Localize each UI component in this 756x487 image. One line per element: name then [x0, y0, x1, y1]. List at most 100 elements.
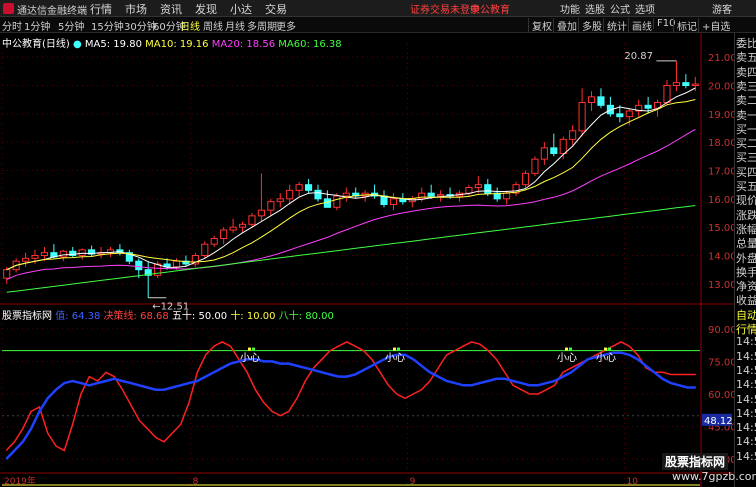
x-axis-label: 10 — [627, 477, 639, 487]
tab-multi-period[interactable]: 多周期 — [247, 18, 277, 33]
candle-body — [210, 238, 218, 245]
signal-marker — [565, 347, 568, 351]
signal-label: 小心 — [557, 352, 577, 364]
candle-body — [257, 209, 265, 217]
collapse-icon[interactable]: ● — [73, 39, 82, 50]
side-panel-item[interactable]: 14:5 — [736, 407, 756, 420]
price-tick-label: 18.00 — [708, 138, 734, 149]
candle-body — [229, 226, 237, 231]
candle-body — [286, 189, 294, 200]
overlay-button[interactable]: 叠加 — [553, 18, 577, 33]
menu-options[interactable]: 选项 — [635, 1, 655, 16]
add-watchlist-button[interactable]: +自选 — [698, 18, 730, 33]
menu-market-quotes[interactable]: 行情 — [90, 1, 112, 17]
side-panel-item[interactable]: 14:5 — [736, 435, 756, 448]
candle-body — [3, 269, 11, 279]
tab-1min[interactable]: 1分钟 — [24, 18, 50, 33]
tab-intraday[interactable]: 分时 — [2, 18, 22, 33]
main-chart-legend: 中公教育(日线) ● MA5: 19.80 MA10: 19.16 MA20: … — [2, 35, 342, 50]
side-panel-item[interactable]: 14:5 — [736, 364, 756, 377]
ma20-value: MA20: 18.56 — [211, 39, 276, 50]
price-chart[interactable]: 小心 小心 小心 小心 21.00 20.00 19.00 18.00 17.00 16.00 15… — [0, 33, 734, 487]
menu-formula[interactable]: 公式 — [610, 1, 630, 16]
draw-line-button[interactable]: 画线 — [628, 18, 652, 33]
period-toolbar: 分时 1分钟 5分钟 15分钟 30分钟 60分钟 日线 周线 月线 多周期 更… — [0, 17, 756, 33]
indicator-name[interactable]: 股票指标网 — [2, 311, 52, 322]
side-panel-item[interactable]: 14:5 — [736, 378, 756, 391]
tab-more[interactable]: 更多 — [276, 18, 296, 33]
menu-market[interactable]: 市场 — [125, 1, 147, 17]
watermark-url: www.7gpzb.com — [672, 470, 756, 483]
ma5-line — [6, 87, 696, 271]
indicator-legend: 股票指标网 值: 64.38 决策线: 68.68 五十: 50.00 十: 1… — [2, 307, 334, 322]
candle-body — [503, 192, 511, 200]
menu-trade[interactable]: 交易 — [265, 1, 287, 17]
watermark-logo: 股票指标网 — [662, 453, 729, 470]
app-logo-icon — [3, 3, 14, 14]
tab-weekly[interactable]: 周线 — [203, 18, 223, 33]
side-panel-item[interactable]: 14:5 — [736, 421, 756, 434]
indicator-tick-label: 75.00 — [708, 357, 734, 368]
side-panel-item[interactable]: 14:5 — [736, 350, 756, 363]
menu-news[interactable]: 资讯 — [160, 1, 182, 17]
candle-body — [521, 172, 530, 186]
candle-body — [220, 229, 228, 239]
candle-body — [333, 195, 341, 208]
side-panel-item[interactable]: 14:5 — [736, 335, 756, 348]
tab-15min[interactable]: 15分钟 — [91, 18, 124, 33]
app-title: 通达信金融终端 — [17, 6, 87, 17]
ma60-value: MA60: 16.38 — [278, 39, 342, 50]
ma5-value: MA5: 19.80 — [84, 39, 142, 50]
tab-daily[interactable]: 日线 — [180, 18, 200, 33]
tab-monthly[interactable]: 月线 — [225, 18, 245, 33]
tab-30min[interactable]: 30分钟 — [124, 18, 157, 33]
candle-body — [559, 138, 567, 155]
menu-guest[interactable]: 游客 — [712, 1, 732, 16]
signal-label: 小心 — [385, 352, 405, 364]
candle-body — [418, 192, 426, 200]
candle-body — [578, 102, 586, 132]
price-tick-label: 17.00 — [708, 167, 734, 178]
multi-stock-button[interactable]: 多股 — [578, 18, 602, 33]
candle-body — [465, 187, 473, 194]
mark-button[interactable]: 标记 — [673, 18, 697, 33]
price-tick-label: 16.00 — [708, 195, 734, 206]
candle-body — [40, 252, 49, 257]
indicator-decision-line: 决策线: 68.68 — [103, 311, 169, 322]
price-tick-label: 13.00 — [708, 280, 734, 291]
ma10-value: MA10: 19.16 — [145, 39, 209, 50]
candle-body — [314, 189, 322, 200]
candle-body — [78, 249, 86, 256]
candle-body — [437, 194, 445, 197]
side-panel-item[interactable]: 14:5 — [736, 393, 756, 406]
current-value-label: 48.12 — [704, 416, 733, 427]
candle-body — [427, 192, 435, 197]
candle-body — [342, 192, 350, 197]
ma20-line — [6, 128, 696, 281]
price-tick-label: 14.00 — [708, 252, 734, 263]
price-tick-label: 15.00 — [708, 223, 734, 234]
high-label: 20.87 — [624, 51, 653, 62]
menu-xiaoda[interactable]: 小达 — [230, 1, 252, 17]
stock-name-title: 中公教育 — [470, 5, 510, 16]
tab-5min[interactable]: 5分钟 — [58, 18, 84, 33]
title-bar: 通达信金融终端 行情 市场 资讯 发现 小达 交易 证券交易未登录 中公教育 功… — [0, 0, 756, 17]
candle-body — [616, 113, 624, 118]
candle-body — [644, 104, 652, 109]
candle-body — [238, 223, 247, 228]
menu-discover[interactable]: 发现 — [195, 1, 217, 17]
candle-body — [550, 147, 558, 155]
candle-body — [22, 257, 30, 262]
menu-stock-select[interactable]: 选股 — [585, 1, 605, 16]
candle-body — [569, 130, 577, 140]
statistics-button[interactable]: 统计 — [603, 18, 627, 33]
candle-body — [682, 82, 690, 87]
adjust-button[interactable]: 复权 — [528, 18, 552, 33]
x-axis-label: 9 — [410, 477, 416, 487]
signal-marker — [252, 347, 255, 351]
candle-body — [201, 243, 209, 257]
menu-function[interactable]: 功能 — [560, 1, 580, 16]
side-panel-item[interactable]: 14:5 — [736, 450, 756, 463]
price-tick-label: 20.00 — [708, 82, 734, 93]
signal-marker — [397, 347, 400, 351]
